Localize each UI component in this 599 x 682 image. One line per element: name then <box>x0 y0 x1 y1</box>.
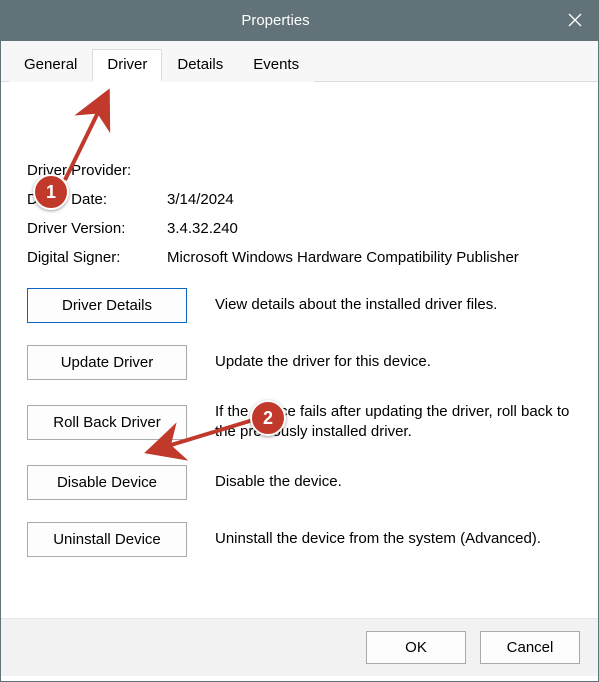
disable-device-button[interactable]: Disable Device <box>27 465 187 500</box>
tab-strip: General Driver Details Events <box>1 41 598 82</box>
titlebar: Properties <box>0 0 599 40</box>
tab-panel-driver: Driver Provider: Driver Date: 3/14/2024 … <box>1 82 598 618</box>
driver-details-button[interactable]: Driver Details <box>27 288 187 323</box>
window-title: Properties <box>0 12 551 29</box>
info-row-signer: Digital Signer: Microsoft Windows Hardwa… <box>27 249 578 266</box>
label-driver-version: Driver Version: <box>27 220 167 237</box>
update-driver-desc: Update the driver for this device. <box>215 352 578 372</box>
annotation-marker-2: 2 <box>250 400 286 436</box>
driver-details-desc: View details about the installed driver … <box>215 295 578 315</box>
uninstall-device-button[interactable]: Uninstall Device <box>27 522 187 557</box>
rollback-driver-button[interactable]: Roll Back Driver <box>27 405 187 440</box>
tab-general[interactable]: General <box>9 49 92 82</box>
row-uninstall-device: Uninstall Device Uninstall the device fr… <box>27 522 578 557</box>
row-disable-device: Disable Device Disable the device. <box>27 465 578 500</box>
uninstall-device-desc: Uninstall the device from the system (Ad… <box>215 529 578 549</box>
annotation-marker-1: 1 <box>33 174 69 210</box>
dialog-frame: General Driver Details Events Driver Pro… <box>0 40 599 682</box>
update-driver-button[interactable]: Update Driver <box>27 345 187 380</box>
disable-device-desc: Disable the device. <box>215 472 578 492</box>
close-button[interactable] <box>551 0 599 40</box>
ok-button[interactable]: OK <box>366 631 466 664</box>
row-update-driver: Update Driver Update the driver for this… <box>27 345 578 380</box>
close-icon <box>568 13 582 27</box>
row-driver-details: Driver Details View details about the in… <box>27 288 578 323</box>
driver-info: Driver Provider: Driver Date: 3/14/2024 … <box>27 162 578 266</box>
dialog-footer: OK Cancel <box>1 618 598 676</box>
value-driver-version: 3.4.32.240 <box>167 220 578 237</box>
info-row-version: Driver Version: 3.4.32.240 <box>27 220 578 237</box>
cancel-button[interactable]: Cancel <box>480 631 580 664</box>
label-digital-signer: Digital Signer: <box>27 249 167 266</box>
value-digital-signer: Microsoft Windows Hardware Compatibility… <box>167 249 578 266</box>
driver-actions: Driver Details View details about the in… <box>27 288 578 557</box>
row-rollback-driver: Roll Back Driver If the device fails aft… <box>27 402 578 443</box>
info-row-date: Driver Date: 3/14/2024 <box>27 191 578 208</box>
tab-events[interactable]: Events <box>238 49 314 82</box>
tab-details[interactable]: Details <box>162 49 238 82</box>
info-row-provider: Driver Provider: <box>27 162 578 179</box>
tab-driver[interactable]: Driver <box>92 49 162 82</box>
value-driver-date: 3/14/2024 <box>167 191 578 208</box>
